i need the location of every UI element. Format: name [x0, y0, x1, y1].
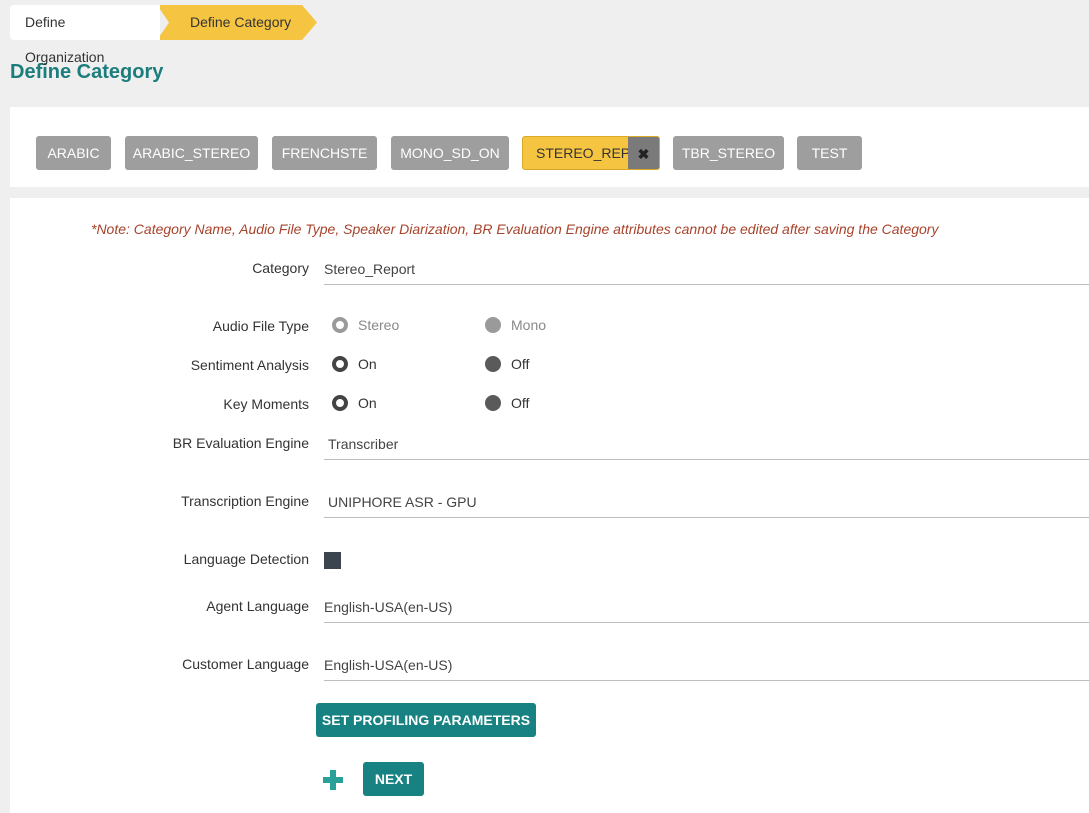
radio-selected-icon	[332, 356, 348, 372]
transcription-engine-select[interactable]: UNIPHORE ASR - GPU	[324, 487, 1089, 518]
breadcrumb-define-organization[interactable]: Define Organization	[10, 5, 160, 65]
sentiment-on-radio[interactable]: On	[332, 356, 377, 372]
breadcrumb: Define Organization Define Category	[10, 5, 317, 65]
radio-unselected-icon	[485, 395, 501, 411]
language-detection-checkbox[interactable]	[324, 552, 341, 569]
form-note: *Note: Category Name, Audio File Type, S…	[91, 221, 939, 237]
category-chip-stereo-report[interactable]: STEREO_REPORT ✖	[522, 136, 660, 170]
agent-language-label: Agent Language	[206, 598, 309, 614]
br-engine-select[interactable]: Transcriber	[324, 429, 1089, 460]
key-moments-off-label: Off	[511, 395, 530, 411]
close-icon[interactable]: ✖	[628, 137, 659, 169]
category-chip-tbr-stereo[interactable]: TBR_STEREO	[673, 136, 784, 170]
radio-selected-icon	[332, 395, 348, 411]
category-label: Category	[252, 260, 309, 276]
language-detection-label: Language Detection	[183, 551, 309, 567]
sentiment-on-label: On	[358, 356, 377, 372]
category-chip-arabic-stereo[interactable]: ARABIC_STEREO	[125, 136, 258, 170]
key-moments-off-radio[interactable]: Off	[485, 395, 529, 411]
category-chip-bar: ARABIC ARABIC_STEREO FRENCHSTE MONO_SD_O…	[10, 107, 1089, 187]
transcription-engine-label: Transcription Engine	[181, 493, 309, 509]
audio-mono-label: Mono	[511, 317, 547, 333]
category-chip-frenchste[interactable]: FRENCHSTE	[272, 136, 377, 170]
audio-stereo-radio[interactable]: Stereo	[332, 317, 399, 333]
key-moments-on-radio[interactable]: On	[332, 395, 377, 411]
radio-unselected-icon	[485, 317, 501, 333]
audio-file-type-label: Audio File Type	[212, 318, 309, 334]
audio-stereo-label: Stereo	[358, 317, 400, 333]
next-button[interactable]: NEXT	[363, 762, 424, 796]
key-moments-on-label: On	[358, 395, 377, 411]
agent-language-select[interactable]: English-USA(en-US)	[324, 592, 1089, 623]
sentiment-off-label: Off	[511, 356, 530, 372]
customer-language-select[interactable]: English-USA(en-US)	[324, 650, 1089, 681]
category-chip-test[interactable]: TEST	[797, 136, 862, 170]
radio-unselected-icon	[485, 356, 501, 372]
br-engine-label: BR Evaluation Engine	[172, 435, 309, 451]
sentiment-analysis-label: Sentiment Analysis	[190, 357, 309, 373]
radio-selected-icon	[332, 317, 348, 333]
category-form: *Note: Category Name, Audio File Type, S…	[10, 198, 1089, 813]
audio-mono-radio[interactable]: Mono	[485, 317, 546, 333]
category-input[interactable]: Stereo_Report	[324, 254, 1089, 285]
customer-language-label: Customer Language	[182, 656, 309, 672]
sentiment-off-radio[interactable]: Off	[485, 356, 529, 372]
key-moments-label: Key Moments	[223, 396, 309, 412]
category-chip-arabic[interactable]: ARABIC	[36, 136, 111, 170]
category-chip-mono-sd-on[interactable]: MONO_SD_ON	[391, 136, 509, 170]
plus-icon[interactable]	[321, 768, 345, 792]
set-profiling-parameters-button[interactable]: SET PROFILING PARAMETERS	[316, 703, 536, 737]
breadcrumb-define-category[interactable]: Define Category	[157, 5, 317, 40]
